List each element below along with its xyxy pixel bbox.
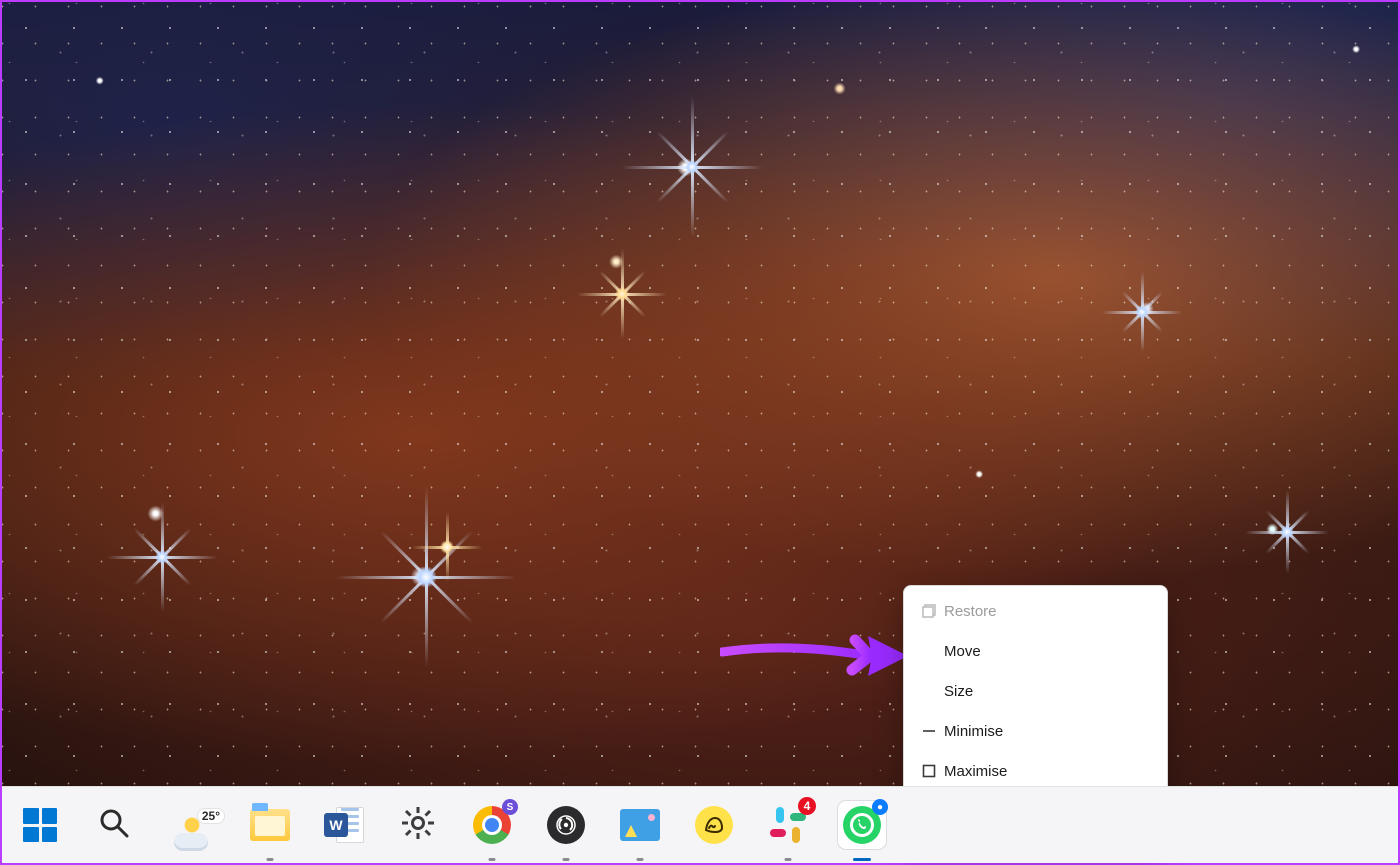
gear-icon xyxy=(400,805,436,846)
taskbar-word[interactable]: W xyxy=(320,801,368,849)
weather-icon: 25° xyxy=(164,815,220,835)
taskbar-basecamp[interactable] xyxy=(690,801,738,849)
start-button[interactable] xyxy=(16,801,64,849)
taskbar-weather[interactable]: 25° xyxy=(164,801,220,849)
menu-item-label: Maximise xyxy=(944,763,1153,780)
weather-temperature: 25° xyxy=(198,809,224,823)
search-icon xyxy=(97,806,131,845)
status-badge: ● xyxy=(872,799,888,815)
taskbar-pictures[interactable] xyxy=(616,801,664,849)
menu-item-label: Minimise xyxy=(944,723,1153,740)
chrome-profile-badge: S xyxy=(502,799,518,815)
maximise-icon xyxy=(914,764,944,778)
folder-icon xyxy=(250,809,290,841)
windows-logo-icon xyxy=(23,808,57,842)
taskbar-chrome[interactable]: S xyxy=(468,801,516,849)
minimise-icon xyxy=(914,724,944,738)
menu-item-size[interactable]: Size xyxy=(904,671,1167,711)
pictures-icon xyxy=(620,809,660,841)
menu-item-move[interactable]: Move xyxy=(904,631,1167,671)
obs-icon xyxy=(547,806,585,844)
word-icon: W xyxy=(324,805,364,845)
basecamp-icon xyxy=(695,806,733,844)
taskbar-slack[interactable]: 4 xyxy=(764,801,812,849)
menu-item-label: Size xyxy=(944,683,1153,700)
taskbar-file-explorer[interactable] xyxy=(246,801,294,849)
taskbar-obs[interactable] xyxy=(542,801,590,849)
menu-item-restore: Restore xyxy=(904,591,1167,631)
notification-badge: 4 xyxy=(798,797,816,815)
menu-item-label: Move xyxy=(944,643,1153,660)
taskbar-search[interactable] xyxy=(90,801,138,849)
menu-item-maximise[interactable]: Maximise xyxy=(904,751,1167,791)
taskbar-whatsapp[interactable]: ● xyxy=(838,801,886,849)
taskbar-settings[interactable] xyxy=(394,801,442,849)
desktop-wallpaper[interactable] xyxy=(2,2,1398,789)
restore-icon xyxy=(914,604,944,618)
taskbar: 25° W S xyxy=(2,786,1398,863)
menu-item-minimise[interactable]: Minimise xyxy=(904,711,1167,751)
menu-item-label: Restore xyxy=(944,603,1153,620)
